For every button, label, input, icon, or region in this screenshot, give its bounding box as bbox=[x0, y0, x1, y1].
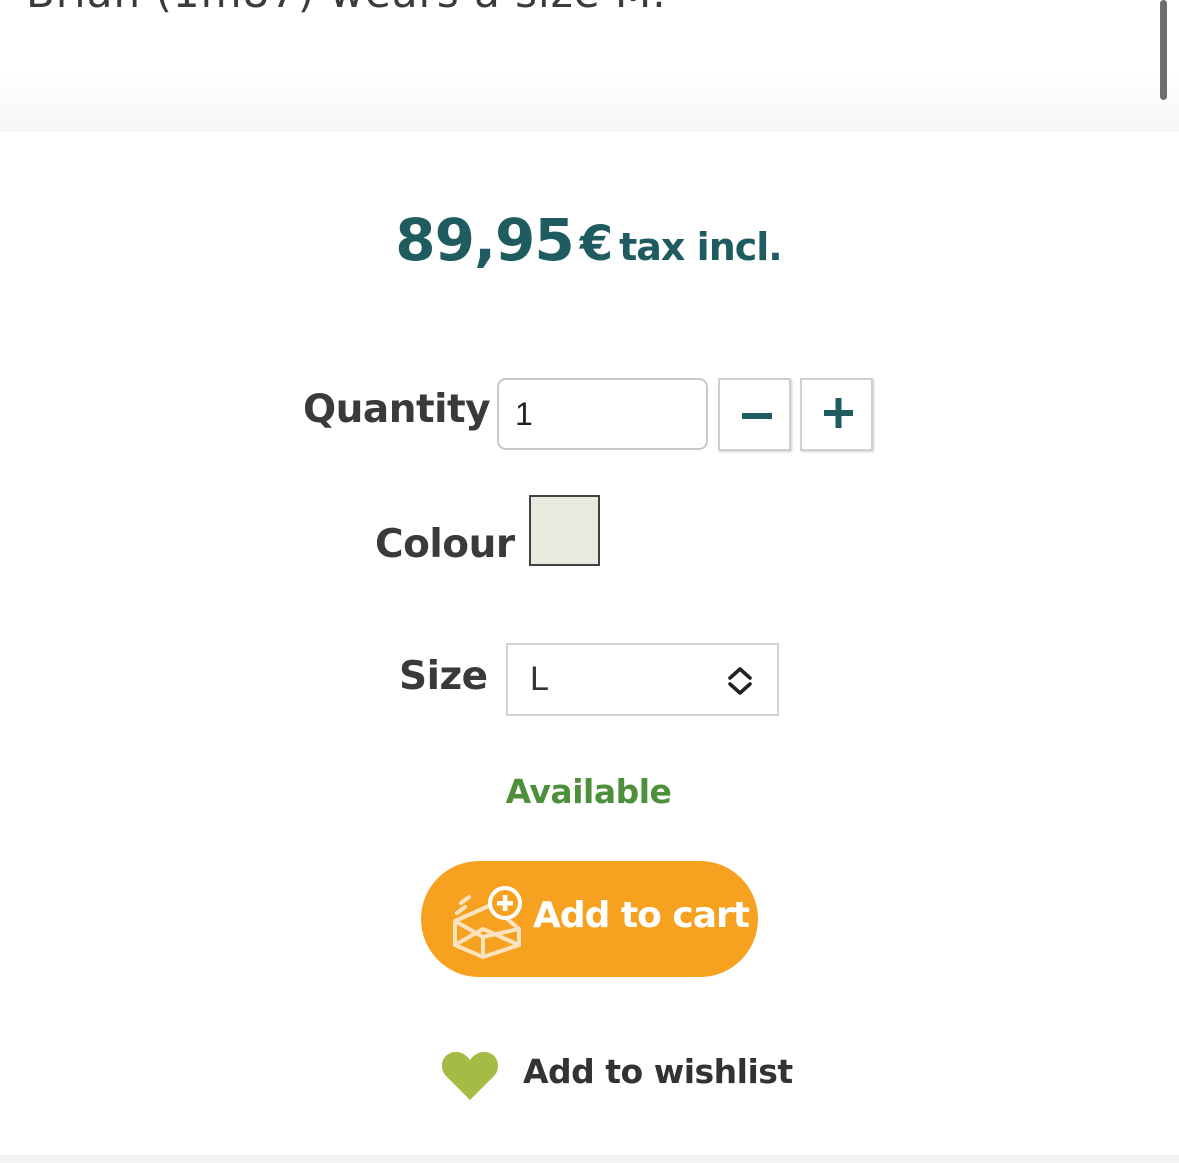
quantity-label: Quantity bbox=[303, 387, 491, 432]
add-to-wishlist-label: Add to wishlist bbox=[523, 1052, 793, 1091]
price-currency: € bbox=[579, 216, 614, 272]
model-size-note: Brian (1m87) wears a size M. bbox=[26, 0, 667, 17]
quantity-increase-button[interactable] bbox=[800, 378, 873, 451]
colour-label: Colour bbox=[375, 522, 515, 567]
plus-icon bbox=[824, 398, 853, 428]
minus-icon bbox=[742, 413, 772, 419]
product-price: 89,95 € tax incl. bbox=[0, 206, 1178, 274]
section-divider bbox=[0, 1155, 1179, 1163]
price-tax-label: tax incl. bbox=[619, 225, 783, 269]
scrollbar[interactable] bbox=[1160, 0, 1167, 100]
add-to-cart-button[interactable]: Add to cart bbox=[421, 861, 758, 977]
product-description-strip: Brian (1m87) wears a size M. bbox=[0, 0, 1179, 132]
add-to-wishlist-link[interactable]: Add to wishlist bbox=[440, 1040, 793, 1102]
quantity-input[interactable] bbox=[497, 378, 708, 450]
size-select[interactable]: L bbox=[506, 643, 779, 716]
heart-icon bbox=[441, 1052, 499, 1100]
cart-add-icon bbox=[453, 886, 522, 959]
quantity-decrease-button[interactable] bbox=[718, 378, 791, 451]
price-amount: 89,95 bbox=[395, 206, 574, 274]
size-label: Size bbox=[399, 654, 488, 699]
add-to-cart-label: Add to cart bbox=[533, 895, 750, 936]
colour-swatch[interactable] bbox=[529, 495, 600, 566]
size-selected-value: L bbox=[530, 660, 549, 698]
availability-status: Available bbox=[505, 772, 672, 811]
chevron-up-down-icon bbox=[728, 667, 752, 695]
